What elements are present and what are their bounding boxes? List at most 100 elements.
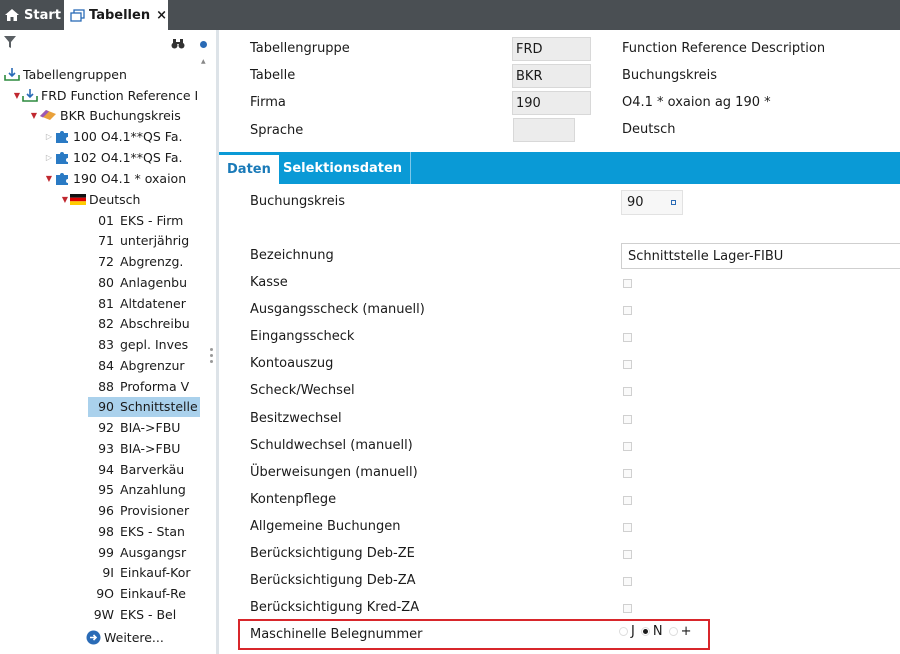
tree-leaf-item[interactable]: 92 BIA->FBU bbox=[88, 418, 200, 438]
tree-leaf-item[interactable]: 71 unterjährig bbox=[88, 231, 200, 251]
checkbox[interactable] bbox=[623, 279, 632, 288]
tab-daten[interactable]: Daten bbox=[219, 155, 279, 184]
tree-leaf-number: 99 bbox=[98, 544, 114, 560]
checkbox-label: Kontoauszug bbox=[250, 356, 334, 372]
collapsed-arrow-icon[interactable]: ▷ bbox=[44, 132, 54, 141]
tab-selektionsdaten[interactable]: Selektionsdaten bbox=[275, 152, 412, 184]
tree-item-label: 190 O4.1 * oxaion bbox=[73, 170, 187, 186]
status-dot-icon[interactable] bbox=[200, 41, 207, 48]
checkbox-label: Berücksichtigung Deb-ZE bbox=[250, 546, 415, 561]
binoculars-icon[interactable] bbox=[171, 38, 185, 52]
eraser-icon bbox=[39, 109, 57, 121]
tree-item-more[interactable]: Weitere... bbox=[86, 627, 164, 647]
tree-leaf-number: 83 bbox=[98, 337, 114, 352]
scroll-up-icon[interactable]: ▲ bbox=[201, 58, 206, 65]
checkbox[interactable] bbox=[623, 387, 632, 397]
tree-leaf-item[interactable]: 96 Provisioner bbox=[88, 501, 200, 521]
checkbox[interactable] bbox=[623, 577, 632, 587]
filter-icon[interactable] bbox=[4, 36, 16, 51]
radio-label: + bbox=[680, 624, 692, 639]
detail-tab-strip: Daten Selektionsdaten bbox=[219, 152, 900, 184]
checkbox[interactable] bbox=[623, 550, 632, 559]
puzzle-icon bbox=[54, 170, 70, 186]
detail-panel: Tabellengruppe FRD Function Reference De… bbox=[219, 30, 900, 654]
radio-j[interactable]: J bbox=[619, 624, 635, 639]
tree-item-bkr[interactable]: ▼ BKR Buchungskreis bbox=[29, 105, 181, 125]
checkbox-label: Berücksichtigung Kred-ZA bbox=[250, 600, 420, 616]
tree-item-label: 100 O4.1**QS Fa. bbox=[73, 128, 183, 144]
tree-leaf-text: Anzahlung bbox=[120, 482, 186, 498]
tab-tabellen-label: Tabellen bbox=[89, 7, 151, 23]
tree-leaf-item[interactable]: 9O Einkauf-Re bbox=[88, 584, 200, 604]
expanded-arrow-icon[interactable]: ▼ bbox=[29, 111, 39, 120]
checkbox[interactable] bbox=[623, 522, 632, 532]
tree-leaf-item[interactable]: 98 EKS - Stan bbox=[88, 521, 200, 541]
buchungskreis-value: 90 bbox=[627, 195, 644, 210]
expanded-arrow-icon[interactable]: ▼ bbox=[44, 174, 54, 183]
checkbox[interactable] bbox=[623, 306, 632, 316]
checkbox[interactable] bbox=[623, 495, 632, 505]
tree-leaf-item[interactable]: 94 Barverkäu bbox=[88, 459, 200, 479]
tree-item-100[interactable]: ▷ 100 O4.1**QS Fa. bbox=[44, 126, 183, 146]
splitter-grip-icon[interactable] bbox=[210, 348, 213, 366]
tree-leaf-item[interactable]: 88 Proforma V bbox=[88, 376, 200, 396]
checkbox[interactable] bbox=[623, 604, 632, 614]
tree-leaf-text: Ausgangsr bbox=[120, 544, 187, 560]
tree-item-frd[interactable]: ▼ FRD Function Reference I bbox=[12, 85, 198, 105]
tree-leaf-item[interactable]: 84 Abgrenzur bbox=[88, 355, 200, 375]
tree-item-190[interactable]: ▼ 190 O4.1 * oxaion bbox=[44, 168, 186, 188]
firma-description: O4.1 * oxaion ag 190 * bbox=[622, 95, 771, 110]
sprache-label: Sprache bbox=[250, 123, 304, 138]
tree-leaf-item[interactable]: 9W EKS - Bel bbox=[88, 604, 200, 624]
close-icon[interactable]: × bbox=[156, 8, 167, 23]
expanded-arrow-icon[interactable]: ▼ bbox=[12, 91, 22, 100]
tree-leaf-item[interactable]: 83 gepl. Inves bbox=[88, 335, 200, 355]
tree-item-102[interactable]: ▷ 102 O4.1**QS Fa. bbox=[44, 147, 183, 167]
collapsed-arrow-icon[interactable]: ▷ bbox=[44, 153, 54, 162]
checkbox-label: Ausgangsscheck (manuell) bbox=[250, 302, 425, 318]
tree-leaf-item[interactable]: 01 EKS - Firm bbox=[88, 210, 200, 230]
tree-leaf-item[interactable]: 90 Schnittstelle bbox=[88, 396, 200, 417]
checkbox[interactable] bbox=[623, 360, 632, 370]
window-icon bbox=[70, 8, 85, 22]
checkbox[interactable] bbox=[623, 333, 632, 343]
tree-leaf-item[interactable]: 81 Altdatener bbox=[88, 293, 200, 313]
checkbox[interactable] bbox=[623, 414, 632, 424]
checkbox-label: Besitzwechsel bbox=[250, 410, 342, 426]
tree-leaf-text: EKS - Stan bbox=[120, 523, 185, 539]
buchungskreis-label: Buchungskreis bbox=[250, 194, 346, 209]
tree-leaf-item[interactable]: 82 Abschreibu bbox=[88, 314, 200, 334]
tree-leaf-item[interactable]: 80 Anlagenbu bbox=[88, 272, 200, 292]
bezeichnung-field[interactable]: Schnittstelle Lager-FIBU bbox=[621, 243, 900, 269]
tree-leaf-item[interactable]: 72 Abgrenzg. bbox=[88, 252, 200, 272]
checkbox[interactable] bbox=[623, 468, 632, 478]
lookup-icon[interactable] bbox=[671, 200, 676, 205]
tree-leaf-number: 84 bbox=[98, 357, 114, 373]
tree-leaf-number: 95 bbox=[98, 482, 114, 498]
checkbox[interactable] bbox=[623, 441, 632, 451]
expanded-arrow-icon[interactable]: ▼ bbox=[60, 195, 70, 204]
tree-leaf-item[interactable]: 99 Ausgangsr bbox=[88, 542, 200, 562]
tree-leaf-item[interactable]: 9I Einkauf-Kor bbox=[88, 563, 200, 583]
tree-leaf-number: 92 bbox=[98, 420, 114, 435]
tree-item-deutsch[interactable]: ▼ Deutsch bbox=[60, 189, 141, 209]
tree-leaf-text: unterjährig bbox=[120, 233, 190, 249]
sprache-description: Deutsch bbox=[622, 122, 676, 137]
radio-plus[interactable]: + bbox=[668, 624, 692, 639]
tree-leaf-item[interactable]: 93 BIA->FBU bbox=[88, 438, 200, 458]
tab-tabellen[interactable]: Tabellen × bbox=[64, 0, 168, 30]
tree-root[interactable]: Tabellengruppen bbox=[4, 64, 127, 84]
tree-leaf-number: 98 bbox=[98, 523, 114, 539]
tree-leaf-text: EKS - Firm bbox=[120, 212, 184, 228]
radio-n[interactable]: N bbox=[640, 624, 663, 639]
tree-leaf-text: gepl. Inves bbox=[120, 337, 189, 352]
radio-label: N bbox=[652, 624, 663, 639]
buchungskreis-field[interactable]: 90 bbox=[621, 190, 683, 215]
tree-item-label: BKR Buchungskreis bbox=[60, 107, 181, 123]
tree-root-label: Tabellengruppen bbox=[23, 66, 127, 82]
radio-circle-icon bbox=[619, 627, 628, 636]
checkbox-label: Kasse bbox=[250, 275, 288, 290]
tab-start[interactable]: Start bbox=[4, 0, 61, 30]
tree-leaf-item[interactable]: 95 Anzahlung bbox=[88, 480, 200, 500]
top-tab-bar: Start Tabellen × bbox=[0, 0, 900, 30]
